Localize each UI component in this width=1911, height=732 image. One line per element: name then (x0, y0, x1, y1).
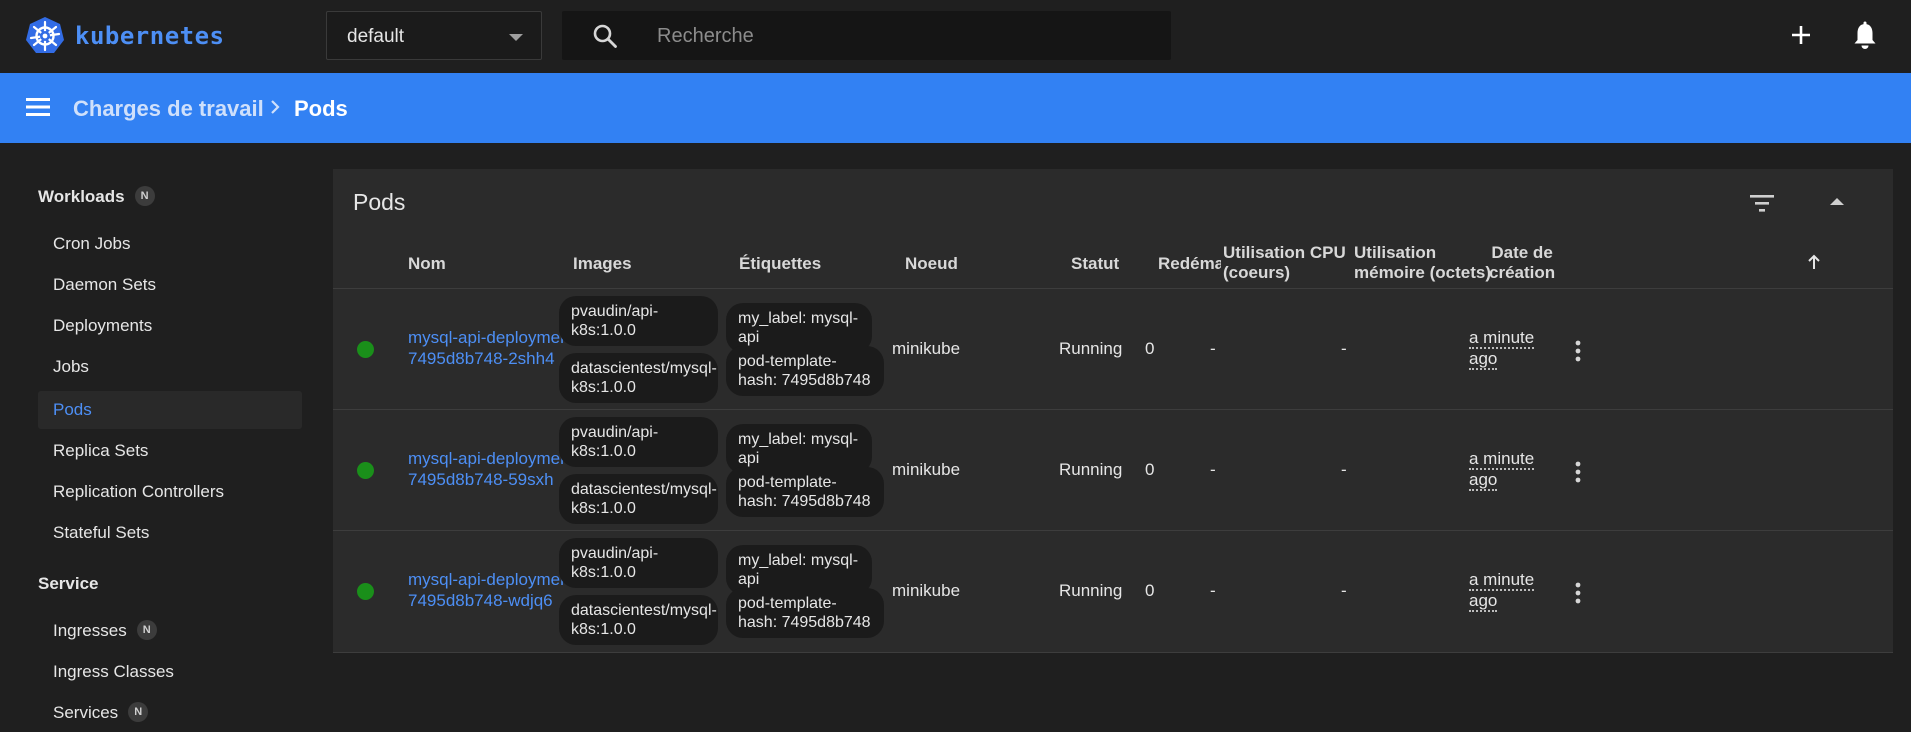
memory-cell: - (1341, 460, 1347, 479)
bell-icon[interactable] (1850, 20, 1880, 52)
status-running-icon (357, 462, 374, 479)
search-icon (593, 24, 617, 48)
memory-cell: - (1341, 581, 1347, 600)
column-header-line: (coeurs) (1223, 263, 1291, 282)
status-cell: Running (1059, 339, 1123, 358)
search-input[interactable] (655, 21, 1149, 51)
column-header-line: Date de (1491, 243, 1553, 262)
breadcrumb-bar: Charges de travail Pods (0, 73, 1911, 143)
node-cell[interactable]: minikube (892, 339, 960, 359)
created-cell: a minute ago (1469, 569, 1559, 612)
table-bottom-divider (333, 652, 1893, 653)
sidebar-item-replication-controllers[interactable]: Replication Controllers (38, 473, 302, 511)
sidebar-item-deployments[interactable]: Deployments (38, 307, 302, 345)
sidebar-item-pods[interactable]: Pods (38, 391, 302, 429)
status-running-icon (357, 341, 374, 358)
created-cell: a minute ago (1469, 327, 1559, 370)
caret-down-icon (509, 34, 523, 41)
pods-card: Pods Nom Images Étiquettes Noeud Statut … (333, 169, 1893, 653)
image-chip: pvaudin/api-k8s:1.0.0 (559, 538, 718, 588)
sidebar-heading-label: Workloads (38, 187, 125, 206)
more-vertical-icon[interactable] (1573, 339, 1583, 363)
column-header-created[interactable]: Date de création (1489, 243, 1555, 283)
node-cell[interactable]: minikube (892, 581, 960, 601)
restarts-cell: 0 (1145, 460, 1155, 479)
hamburger-menu-icon[interactable] (26, 97, 50, 117)
namespaced-badge: N (128, 701, 149, 722)
top-bar: kubernetes default (0, 0, 1911, 73)
memory-cell: - (1341, 339, 1347, 358)
sidebar-item-stateful-sets[interactable]: Stateful Sets (38, 514, 302, 552)
restarts-cell: 0 (1145, 581, 1155, 600)
node-cell[interactable]: minikube (892, 460, 960, 480)
card-title: Pods (353, 189, 406, 215)
status-cell: Running (1059, 581, 1123, 600)
column-header-labels: Étiquettes (739, 254, 822, 273)
column-header-images: Images (573, 254, 632, 273)
table-row: mysql-api-deployment-7495d8b748-wdjq6 pv… (333, 530, 1893, 651)
chevron-up-icon[interactable] (1825, 193, 1849, 211)
status-cell: Running (1059, 460, 1123, 479)
column-header-line: Utilisation (1354, 243, 1437, 262)
search-bar (562, 11, 1171, 60)
created-age: a minute ago (1469, 570, 1535, 612)
image-chip: datascientest/mysql-k8s:1.0.0 (559, 353, 718, 403)
namespaced-badge: N (136, 619, 157, 640)
sidebar-heading-service[interactable]: Service (38, 574, 99, 594)
sidebar-item-jobs[interactable]: Jobs (38, 348, 302, 386)
sidebar-item-daemon-sets[interactable]: Daemon Sets (38, 266, 302, 304)
table-row: mysql-api-deployment-7495d8b748-2shh4 pv… (333, 288, 1893, 409)
filter-icon[interactable] (1748, 191, 1776, 215)
column-header-line: Utilisation CPU (1223, 243, 1346, 262)
image-chip: datascientest/mysql-k8s:1.0.0 (559, 474, 718, 524)
namespace-value: default (347, 26, 405, 47)
breadcrumb-parent[interactable]: Charges de travail (73, 96, 264, 122)
image-chip: datascientest/mysql-k8s:1.0.0 (559, 595, 718, 645)
breadcrumb-current: Pods (294, 96, 348, 121)
column-header-status[interactable]: Statut (1071, 254, 1119, 274)
sidebar-item-services[interactable]: Services N (38, 694, 302, 732)
kubernetes-logo-icon[interactable] (25, 16, 65, 56)
cpu-cell: - (1210, 339, 1216, 358)
more-vertical-icon[interactable] (1573, 581, 1583, 605)
created-age: a minute ago (1469, 449, 1535, 491)
plus-icon[interactable] (1786, 20, 1816, 50)
restarts-cell: 0 (1145, 339, 1155, 358)
created-age: a minute ago (1469, 328, 1535, 370)
created-cell: a minute ago (1469, 448, 1559, 491)
label-chip: pod-template-hash: 7495d8b748 (726, 588, 884, 638)
namespaced-badge: N (134, 185, 155, 206)
column-header-restarts[interactable]: Redémarrages (1158, 254, 1221, 274)
status-running-icon (357, 583, 374, 600)
sidebar-item-label: Services (53, 703, 119, 722)
app-brand[interactable]: kubernetes (75, 22, 225, 50)
sidebar-item-label: Ingresses (53, 621, 127, 640)
sidebar-item-ingresses[interactable]: Ingresses N (38, 612, 302, 650)
column-header-name[interactable]: Nom (408, 254, 446, 274)
column-header-memory: Utilisation mémoire (octets) (1354, 243, 1491, 283)
sidebar-heading-workloads[interactable]: Workloads N (38, 185, 155, 208)
image-chip: pvaudin/api-k8s:1.0.0 (559, 296, 718, 346)
column-header-node[interactable]: Noeud (905, 254, 958, 274)
arrow-up-icon[interactable] (1807, 254, 1821, 270)
column-header-cpu: Utilisation CPU (coeurs) (1223, 243, 1346, 283)
cpu-cell: - (1210, 460, 1216, 479)
image-chip: pvaudin/api-k8s:1.0.0 (559, 417, 718, 467)
column-header-line: mémoire (octets) (1354, 263, 1491, 282)
sidebar-item-replica-sets[interactable]: Replica Sets (38, 432, 302, 470)
label-chip: pod-template-hash: 7495d8b748 (726, 467, 884, 517)
column-header-line: création (1489, 263, 1556, 282)
sidebar-item-ingress-classes[interactable]: Ingress Classes (38, 653, 302, 691)
sidebar: Workloads N Cron Jobs Daemon Sets Deploym… (0, 143, 330, 722)
namespace-select[interactable]: default (326, 11, 542, 60)
table-row: mysql-api-deployment-7495d8b748-59sxh pv… (333, 409, 1893, 530)
chevron-right-icon (271, 100, 280, 114)
more-vertical-icon[interactable] (1573, 460, 1583, 484)
sidebar-item-cron-jobs[interactable]: Cron Jobs (38, 225, 302, 263)
cpu-cell: - (1210, 581, 1216, 600)
label-chip: pod-template-hash: 7495d8b748 (726, 346, 884, 396)
